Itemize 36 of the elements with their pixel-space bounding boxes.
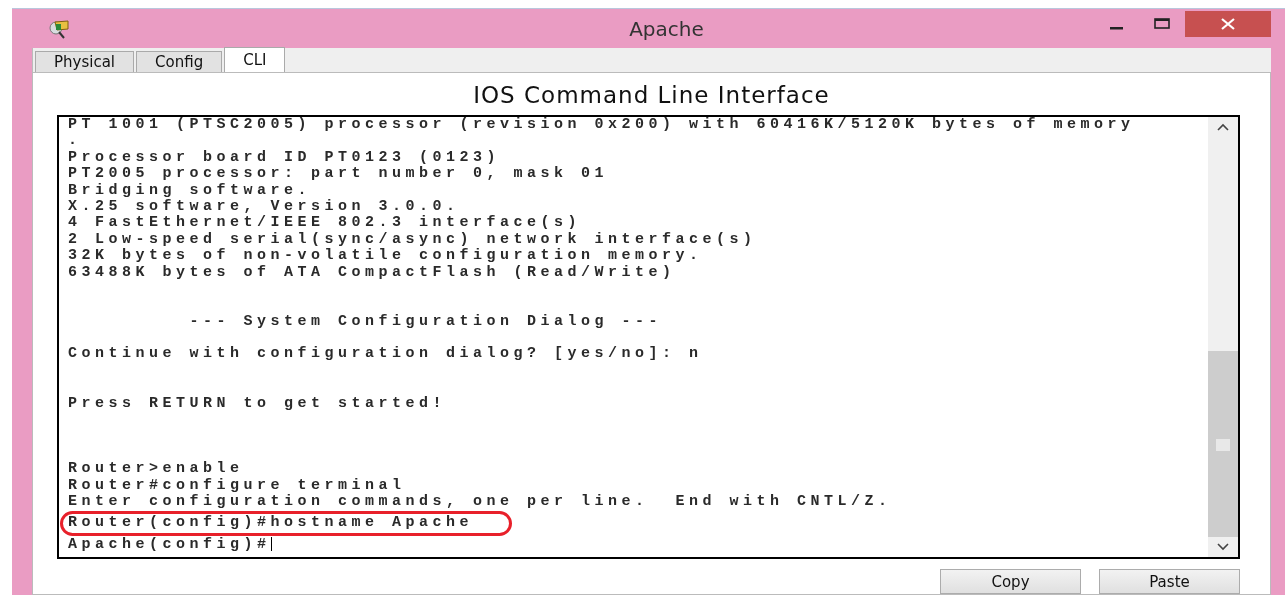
minimize-icon (1109, 26, 1123, 30)
terminal-line: Apache(config)# (68, 535, 271, 553)
terminal-line: PT 1001 (PTSC2005) processor (revision 0x200) with 60416K/5120K bytes of memory (68, 117, 1136, 134)
chevron-down-icon[interactable] (1217, 543, 1229, 551)
terminal-output[interactable] (57, 115, 1240, 559)
terminal-line: 2 Low-speed serial(sync/async) network interface(s) (68, 231, 758, 248)
terminal-line: --- System Configuration Dialog --- (188, 313, 664, 331)
terminal-line: Press RETURN to get started! (68, 395, 448, 413)
terminal-line: Bridging software. (68, 182, 313, 199)
terminal-line: X.25 software, Version 3.0.0. (68, 198, 461, 215)
terminal-line: Continue with configuration dialog? [yes/no]: n (68, 346, 704, 363)
terminal-line: Processor board ID PT0123 (0123) (68, 149, 502, 166)
scrollbar[interactable] (1208, 117, 1238, 557)
terminal-line: Enter configuration commands, one per line. End with CNTL/Z. (68, 494, 893, 511)
action-button[interactable]: Paste (1099, 569, 1240, 594)
terminal-line: Router>enable (68, 461, 245, 478)
tab[interactable]: Config (136, 51, 223, 72)
terminal-line: Router#configure terminal (68, 477, 407, 494)
terminal-line: 32K bytes of non-volatile configuration memory. (68, 248, 704, 265)
chevron-up-icon[interactable] (1217, 123, 1229, 131)
close-icon (1220, 18, 1236, 30)
text-cursor (270, 536, 272, 551)
terminal-line: 4 FastEthernet/IEEE 802.3 interface(s) (68, 215, 583, 232)
window-title: Apache (629, 16, 704, 41)
tab[interactable]: Physical (35, 51, 135, 72)
terminal-line: 63488K bytes of ATA CompactFlash (Read/Write) (68, 264, 677, 281)
scrollbar-grip[interactable] (1216, 439, 1230, 451)
tab[interactable]: CLI (224, 47, 286, 72)
terminal-line: Router(config)#hostname Apache (68, 514, 474, 532)
panel-heading: IOS Command Line Interface (473, 82, 830, 108)
terminal-line: . (68, 133, 83, 150)
scrollbar-thumb[interactable] (1208, 351, 1238, 537)
app-icon (48, 18, 70, 39)
maximize-icon (1154, 18, 1170, 30)
action-button[interactable]: Copy (940, 569, 1081, 594)
terminal-line: PT2005 processor: part number 0, mask 01 (68, 166, 610, 183)
